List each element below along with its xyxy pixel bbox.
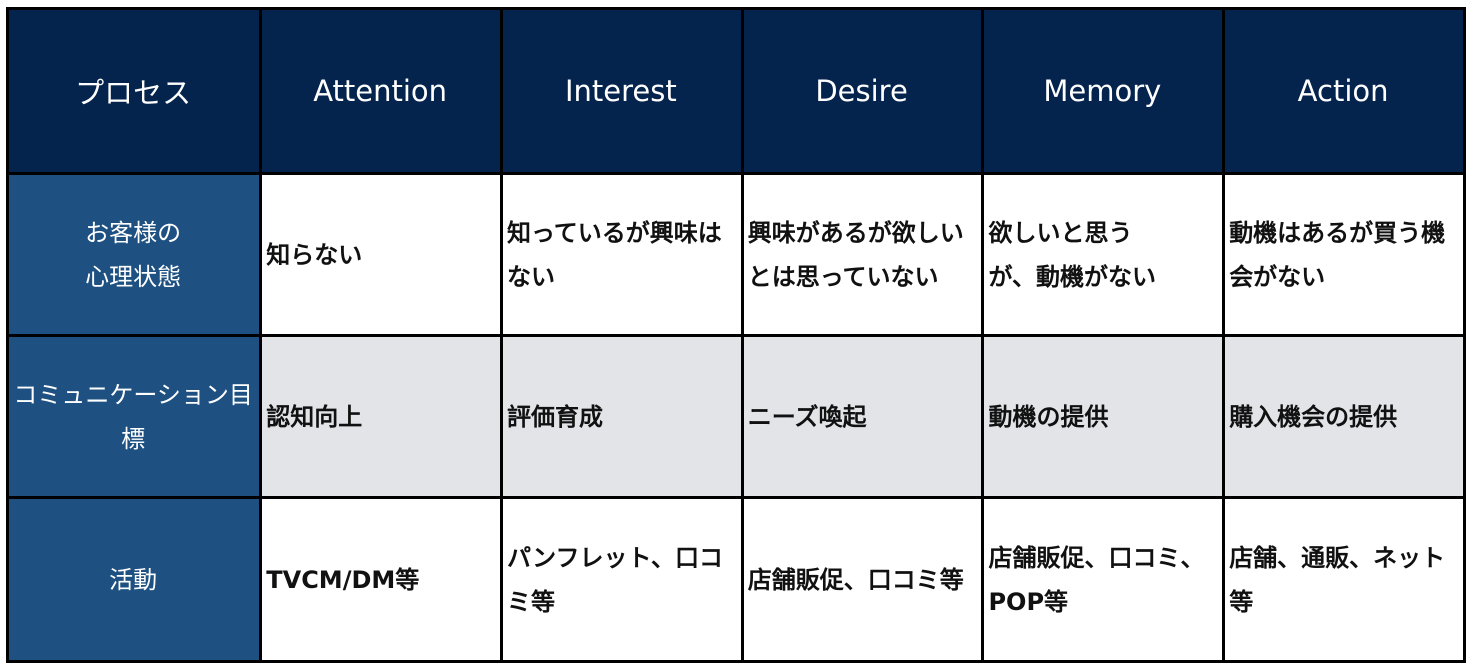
row-header-activities: 活動 (5, 496, 263, 663)
table-cell: 認知向上 (259, 334, 503, 499)
table-cell: 興味があるが欲しいとは思っていない (740, 172, 985, 337)
header-row: プロセス Attention Interest Desire Memory Ac… (5, 7, 1466, 175)
table-row-activities: 活動 TVCM/DM等 パンフレット、口コミ等 店舗販促、口コミ等 店舗販促、口… (5, 496, 1466, 663)
column-header-memory: Memory (981, 7, 1226, 175)
table-cell: 購入機会の提供 (1222, 334, 1466, 499)
row-header-communication-goal: コミュニケーション目標 (5, 334, 263, 499)
table-cell: TVCM/DM等 (259, 496, 503, 663)
table-cell: 動機の提供 (981, 334, 1226, 499)
table-cell: 知らない (259, 172, 503, 337)
table-row-communication-goal: コミュニケーション目標 認知向上 評価育成 ニーズ喚起 動機の提供 購入機会の提… (5, 334, 1466, 499)
row-header-customer-mindset: お客様の 心理状態 (5, 172, 263, 337)
table-cell: 店舗、通販、ネット等 (1222, 496, 1466, 663)
table-cell: 動機はあるが買う機会がない (1222, 172, 1466, 337)
column-header-desire: Desire (740, 7, 985, 175)
column-header-attention: Attention (259, 7, 503, 175)
table-cell: 知っているが興味はない (499, 172, 744, 337)
table-cell: ニーズ喚起 (740, 334, 985, 499)
table-cell: 店舗販促、口コミ等 (740, 496, 985, 663)
corner-header-process: プロセス (5, 7, 263, 175)
table-row-customer-mindset: お客様の 心理状態 知らない 知っているが興味はない 興味があるが欲しいとは思っ… (5, 172, 1466, 337)
column-header-action: Action (1222, 7, 1466, 175)
table-cell: パンフレット、口コミ等 (499, 496, 744, 663)
column-header-interest: Interest (499, 7, 744, 175)
aidma-table: プロセス Attention Interest Desire Memory Ac… (5, 7, 1466, 663)
table-cell: 評価育成 (499, 334, 744, 499)
table-cell: 店舗販促、口コミ、POP等 (981, 496, 1226, 663)
table-cell: 欲しいと思う が、動機がない (981, 172, 1226, 337)
